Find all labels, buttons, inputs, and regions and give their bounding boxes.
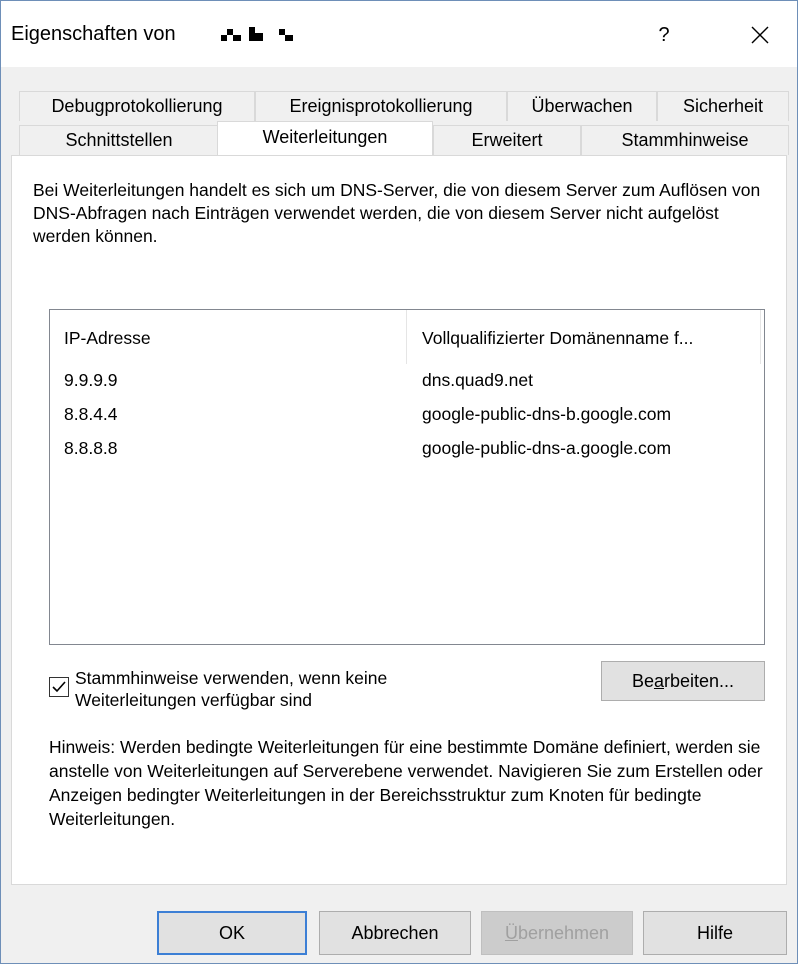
- column-separator[interactable]: [760, 310, 761, 364]
- root-hints-checkbox[interactable]: Stammhinweise verwenden, wenn keine Weit…: [49, 667, 569, 717]
- apply-button[interactable]: Übernehmen: [481, 911, 633, 955]
- column-fqdn[interactable]: Vollqualifizierter Domänenname f...: [422, 328, 693, 349]
- ok-button[interactable]: OK: [157, 911, 307, 955]
- row-ip: 8.8.4.4: [64, 404, 118, 424]
- tab-erweitert[interactable]: Erweitert: [433, 125, 581, 155]
- intro-text: Bei Weiterleitungen handelt es sich um D…: [33, 180, 761, 246]
- edit-label-accel: a: [653, 671, 664, 691]
- tab-ueberwachen[interactable]: Überwachen: [507, 91, 657, 121]
- row-ip: 8.8.8.8: [64, 438, 118, 458]
- checkbox-label[interactable]: Stammhinweise verwenden, wenn keine Weit…: [75, 667, 495, 711]
- list-header: IP-Adresse Vollqualifizierter Domänennam…: [50, 310, 764, 368]
- edit-button[interactable]: Bearbeiten...: [601, 661, 765, 701]
- column-separator[interactable]: [406, 310, 407, 364]
- checkbox[interactable]: [49, 677, 69, 697]
- row-fqdn: google-public-dns-b.google.com: [422, 404, 672, 424]
- close-button[interactable]: [745, 17, 775, 53]
- row-fqdn: google-public-dns-a.google.com: [422, 438, 672, 458]
- tab-debugprotokollierung[interactable]: Debugprotokollierung: [19, 91, 255, 121]
- table-row[interactable]: 8.8.8.8 google-public-dns-a.google.com: [50, 432, 764, 466]
- row-ip: 9.9.9.9: [64, 370, 118, 390]
- title-bar[interactable]: Eigenschaften von ?: [1, 1, 797, 67]
- row-fqdn: dns.quad9.net: [422, 370, 533, 390]
- close-icon: [751, 26, 769, 44]
- table-row[interactable]: 8.8.4.4 google-public-dns-b.google.com: [50, 398, 764, 432]
- column-ip-address[interactable]: IP-Adresse: [64, 328, 151, 349]
- edit-label-post: rbeiten...: [664, 671, 735, 691]
- tab-schnittstellen[interactable]: Schnittstellen: [19, 125, 219, 155]
- checkmark-icon: [52, 681, 66, 693]
- tab-sicherheit[interactable]: Sicherheit: [657, 91, 789, 121]
- tab-stammhinweise[interactable]: Stammhinweise: [581, 125, 789, 155]
- table-row[interactable]: 9.9.9.9 dns.quad9.net: [50, 364, 764, 398]
- apply-label-accel: Ü: [504, 923, 518, 943]
- forwarders-list[interactable]: IP-Adresse Vollqualifizierter Domänennam…: [49, 309, 765, 645]
- tab-weiterleitungen[interactable]: Weiterleitungen: [217, 121, 433, 155]
- window-title: Eigenschaften von: [11, 23, 176, 45]
- cancel-button[interactable]: Abbrechen: [319, 911, 471, 955]
- help-title-button[interactable]: ?: [649, 15, 679, 55]
- redacted-name-image: [221, 27, 293, 41]
- properties-dialog: Eigenschaften von ? Debugprotokollierung…: [0, 0, 798, 964]
- edit-label-pre: Be: [631, 671, 654, 691]
- apply-label-post: bernehmen: [517, 923, 610, 943]
- hint-text: Hinweis: Werden bedingte Weiterleitungen…: [49, 737, 763, 829]
- help-button[interactable]: Hilfe: [643, 911, 787, 955]
- tab-ereignisprotokollierung[interactable]: Ereignisprotokollierung: [255, 91, 507, 121]
